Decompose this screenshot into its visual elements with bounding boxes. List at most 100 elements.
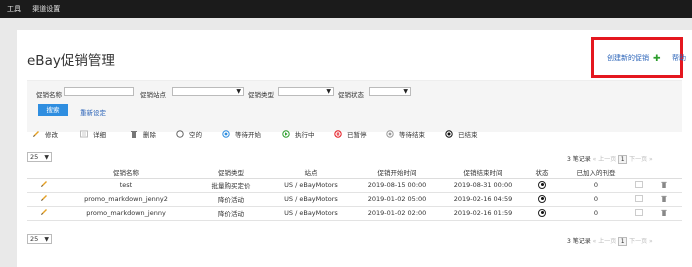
col-name: 促销名称 — [61, 166, 191, 179]
pencil-icon — [33, 131, 39, 137]
chevron-down-icon: ▼ — [326, 88, 331, 95]
trash-icon — [661, 195, 667, 202]
col-status: 状态 — [523, 166, 561, 179]
cell-name: promo_markdown_jenny2 — [61, 192, 191, 207]
detail-icon — [634, 181, 643, 188]
cell-name: test — [61, 178, 191, 193]
detail-row-button[interactable] — [631, 178, 646, 193]
cell-type: 降价活动 — [191, 192, 271, 207]
current-page[interactable]: 1 — [618, 237, 628, 246]
site-label: 促销站点 — [140, 91, 166, 99]
cell-site: US / eBayMotors — [271, 192, 351, 207]
detail-icon — [80, 130, 88, 138]
ended-status-icon — [538, 180, 546, 189]
promotion-table: 促销名称 促销类型 站点 促销开始时间 促销结束时间 状态 已加入的刊登 tes… — [27, 166, 682, 221]
cell-end: 2019-02-16 01:59 — [443, 206, 523, 221]
cell-name: promo_markdown_jenny — [61, 206, 191, 221]
next-page-link[interactable]: 下一页 » — [629, 238, 653, 245]
detail-row-button[interactable] — [631, 192, 646, 207]
prev-page-link[interactable]: « 上一页 — [593, 156, 617, 163]
ended-legend: 已结束 — [445, 129, 478, 139]
table-header-row: 促销名称 促销类型 站点 促销开始时间 促销结束时间 状态 已加入的刊登 — [27, 166, 682, 179]
table-row: promo_markdown_jenny2 降价活动 US / eBayMoto… — [27, 192, 682, 207]
menu-channel-settings[interactable]: 渠道设置 — [32, 5, 60, 13]
delete-row-button[interactable] — [646, 178, 682, 193]
edit-legend: 修改 — [32, 129, 58, 139]
empty-legend: 空的 — [176, 129, 202, 139]
empty-circle-icon — [176, 130, 184, 138]
create-promotion-link[interactable]: 创建新的促销 ✚ — [607, 53, 661, 64]
page-size-select-top[interactable]: 25 ▼ — [27, 152, 52, 162]
detail-icon — [634, 195, 643, 202]
pager-bottom: 3 笔记录 « 上一页 1 下一页 » — [567, 236, 653, 246]
help-link[interactable]: 帮助 — [672, 53, 686, 63]
pencil-icon — [41, 195, 47, 201]
pencil-icon — [41, 209, 47, 215]
chevron-down-icon: ▼ — [236, 88, 241, 95]
col-start: 促销开始时间 — [351, 166, 443, 179]
record-count: 3 笔记录 — [567, 238, 591, 245]
chevron-down-icon: ▼ — [44, 236, 49, 243]
waiting-end-legend: 等待结束 — [386, 129, 425, 139]
cell-listed: 0 — [561, 178, 631, 193]
plus-icon: ✚ — [653, 54, 661, 64]
col-listed: 已加入的刊登 — [561, 166, 631, 179]
chevron-down-icon: ▼ — [403, 88, 408, 95]
status-label: 促销状态 — [338, 91, 364, 99]
detail-legend: 详细 — [80, 129, 106, 139]
col-type: 促销类型 — [191, 166, 271, 179]
search-button[interactable]: 搜索 — [38, 104, 68, 116]
cell-status — [523, 178, 561, 193]
reset-link[interactable]: 重新设定 — [80, 107, 106, 117]
filter-panel: 促销名称 促销站点 ▼ 促销类型 ▼ 促销状态 ▼ 搜索 重新设定 — [27, 80, 682, 132]
edit-row-button[interactable] — [27, 206, 61, 221]
status-select[interactable]: ▼ — [369, 87, 411, 96]
cell-type: 批量购买定价 — [191, 178, 271, 193]
ended-status-icon — [538, 208, 546, 217]
col-end: 促销结束时间 — [443, 166, 523, 179]
menu-tools[interactable]: 工具 — [7, 5, 21, 13]
waiting-start-legend: 等待开始 — [222, 129, 261, 139]
trash-icon — [131, 131, 137, 138]
paused-legend: 已暂停 — [334, 129, 367, 139]
page-title: eBay促销管理 — [27, 53, 115, 69]
ended-status-icon — [538, 194, 546, 203]
cell-type: 降价活动 — [191, 206, 271, 221]
ended-icon — [445, 130, 453, 138]
cell-listed: 0 — [561, 192, 631, 207]
table-row: test 批量购买定价 US / eBayMotors 2019-08-15 0… — [27, 178, 682, 193]
cell-start: 2019-08-15 00:00 — [351, 178, 443, 193]
cell-end: 2019-08-31 00:00 — [443, 178, 523, 193]
detail-icon — [634, 209, 643, 216]
chevron-down-icon: ▼ — [44, 154, 49, 161]
record-count: 3 笔记录 — [567, 156, 591, 163]
pager-top: 3 笔记录 « 上一页 1 下一页 » — [567, 154, 653, 164]
create-promotion-label: 创建新的促销 — [607, 54, 649, 62]
waiting-start-icon — [222, 130, 230, 138]
cell-site: US / eBayMotors — [271, 206, 351, 221]
cell-end: 2019-02-16 04:59 — [443, 192, 523, 207]
col-site: 站点 — [271, 166, 351, 179]
next-page-link[interactable]: 下一页 » — [629, 156, 653, 163]
paused-icon — [334, 130, 342, 138]
type-select[interactable]: ▼ — [278, 87, 334, 96]
delete-row-button[interactable] — [646, 192, 682, 207]
page-size-select-bottom[interactable]: 25 ▼ — [27, 234, 52, 244]
running-icon — [282, 130, 290, 138]
cell-site: US / eBayMotors — [271, 178, 351, 193]
detail-row-button[interactable] — [631, 206, 646, 221]
edit-row-button[interactable] — [27, 178, 61, 193]
prev-page-link[interactable]: « 上一页 — [593, 238, 617, 245]
trash-icon — [661, 181, 667, 188]
trash-icon — [661, 209, 667, 216]
cell-start: 2019-01-02 02:00 — [351, 206, 443, 221]
delete-row-button[interactable] — [646, 206, 682, 221]
current-page[interactable]: 1 — [618, 155, 628, 164]
name-input[interactable] — [64, 87, 134, 96]
waiting-end-icon — [386, 130, 394, 138]
table-row: promo_markdown_jenny 降价活动 US / eBayMotor… — [27, 206, 682, 221]
main-panel: eBay促销管理 创建新的促销 ✚ 帮助 促销名称 促销站点 ▼ 促销类型 ▼ 促… — [17, 30, 692, 267]
running-legend: 执行中 — [282, 129, 315, 139]
edit-row-button[interactable] — [27, 192, 61, 207]
site-select[interactable]: ▼ — [172, 87, 244, 96]
